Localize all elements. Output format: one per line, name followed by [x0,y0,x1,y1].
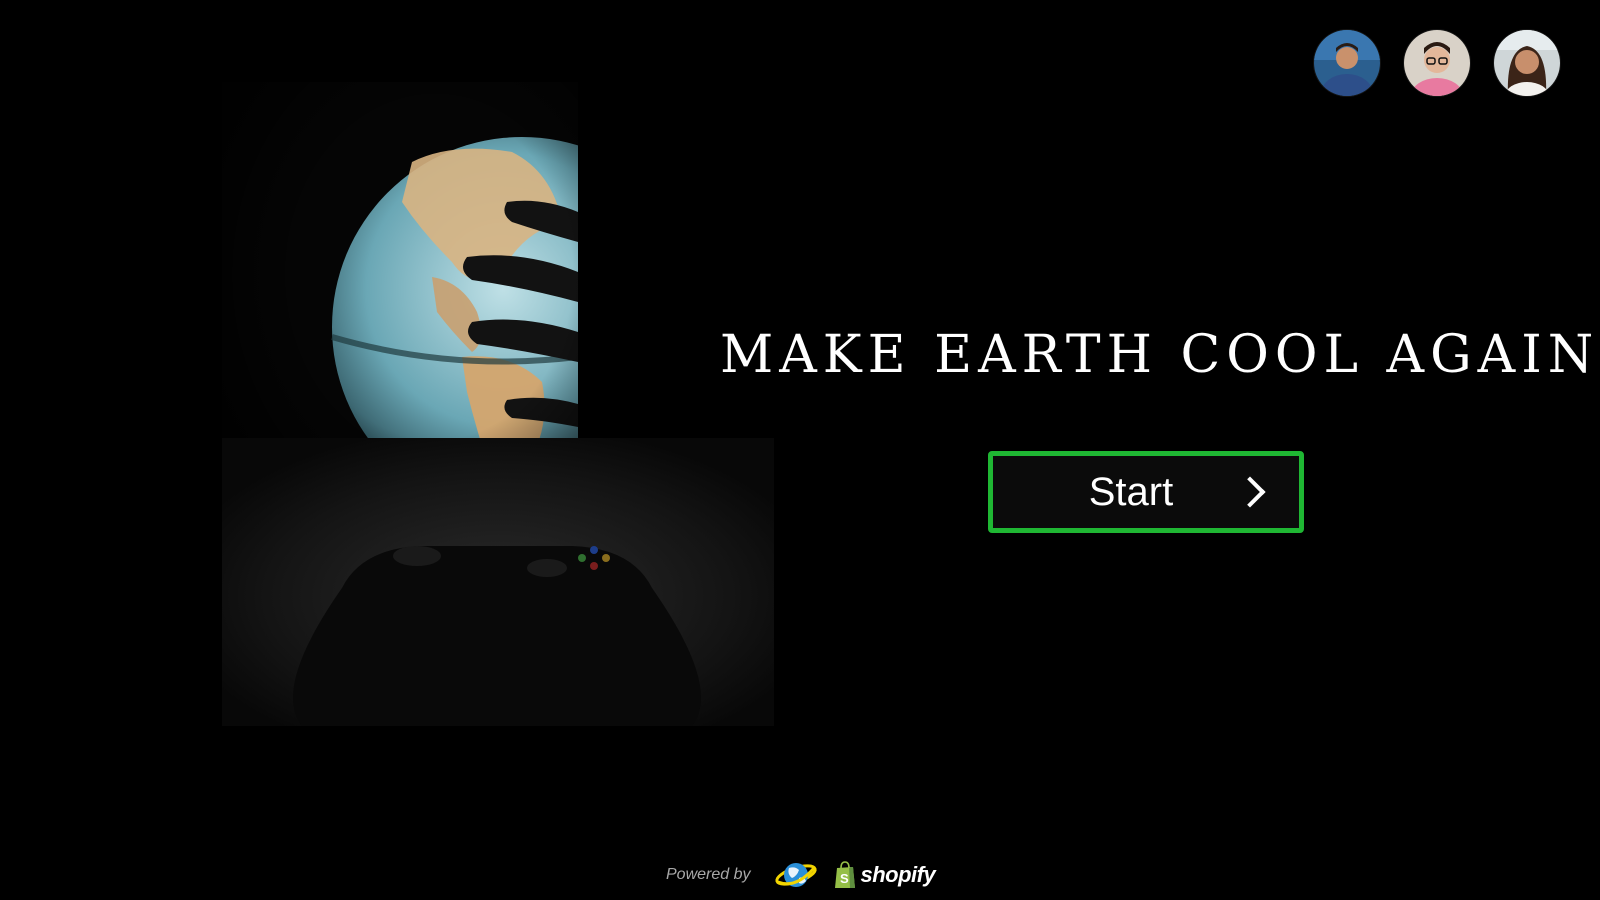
shopify-bag-icon: S [834,861,855,888]
avatar-photo-3 [1494,30,1560,96]
start-button-label: Start [1088,469,1174,514]
powered-by-label: Powered by [666,866,751,883]
avatar[interactable] [1404,30,1470,96]
team-avatars [1314,30,1560,96]
avatar[interactable] [1494,30,1560,96]
earth-logo-icon[interactable] [773,858,819,892]
shopify-wordmark: shopify [860,862,936,887]
avatar-photo-1 [1314,30,1380,96]
svg-text:S: S [840,871,849,886]
game-controller-photo [222,438,774,726]
page-title: Make Earth Cool Again [720,324,1600,385]
hero-images [222,82,774,726]
start-button[interactable]: Start [988,451,1304,533]
avatar[interactable] [1314,30,1380,96]
shopify-logo[interactable]: S shopify [833,861,936,889]
footer: Powered by S shopify [666,858,936,892]
avatar-photo-2 [1404,30,1470,96]
chevron-right-icon [1234,476,1266,508]
